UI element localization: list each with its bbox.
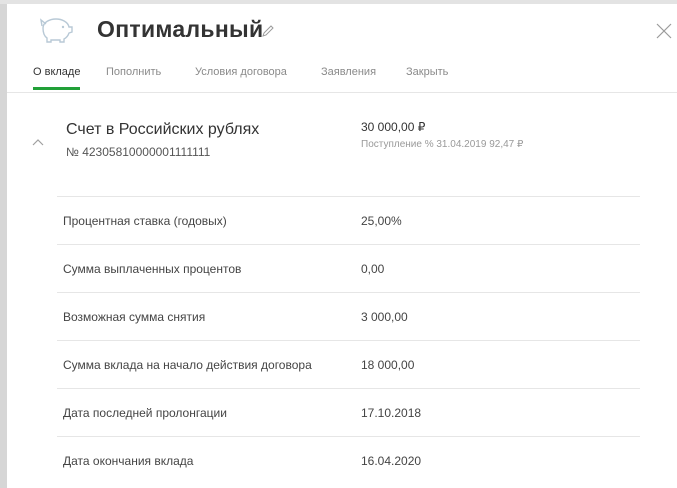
close-icon[interactable] <box>655 22 673 40</box>
detail-value: 0,00 <box>361 262 385 276</box>
detail-value: 16.04.2020 <box>361 454 422 468</box>
page-title: Оптимальный <box>97 16 264 42</box>
active-tab-indicator <box>33 87 80 90</box>
tab-bar: О вкладе Пополнить Условия договора Заяв… <box>7 60 677 93</box>
tab-top-up[interactable]: Пополнить <box>106 66 161 78</box>
pencil-icon[interactable] <box>261 24 275 38</box>
panel-left-border <box>0 0 7 488</box>
tab-contract-terms[interactable]: Условия договора <box>195 66 287 78</box>
piggy-bank-icon <box>40 18 73 43</box>
detail-value: 25,00% <box>361 214 402 228</box>
tab-about-deposit[interactable]: О вкладе <box>33 66 80 78</box>
detail-value: 18 000,00 <box>361 358 415 372</box>
detail-row: Сумма выплаченных процентов 0,00 <box>57 244 640 292</box>
chevron-up-icon[interactable] <box>31 137 45 147</box>
detail-label: Возможная сумма снятия <box>63 310 206 324</box>
detail-row: Сумма вклада на начало действия договора… <box>57 340 640 388</box>
account-balance: 30 000,00 ₽ <box>361 120 426 134</box>
detail-row: Процентная ставка (годовых) 25,00% <box>57 196 640 244</box>
tab-close-deposit[interactable]: Закрыть <box>406 66 448 78</box>
detail-label: Процентная ставка (годовых) <box>63 214 227 228</box>
deposit-details: Процентная ставка (годовых) 25,00% Сумма… <box>57 196 640 484</box>
account-name: Счет в Российских рублях <box>66 121 260 138</box>
panel-header: Оптимальный <box>7 4 677 60</box>
detail-label: Сумма вклада на начало действия договора <box>63 358 312 372</box>
deposit-panel: Оптимальный О вкладе Пополнить Условия д… <box>0 0 677 488</box>
detail-value: 3 000,00 <box>361 310 408 324</box>
detail-label: Дата последней пролонгации <box>63 406 227 420</box>
detail-row: Дата окончания вклада 16.04.2020 <box>57 436 640 484</box>
detail-label: Дата окончания вклада <box>63 454 194 468</box>
detail-label: Сумма выплаченных процентов <box>63 262 242 276</box>
account-number: № 42305810000001111111 <box>66 145 211 159</box>
detail-row: Возможная сумма снятия 3 000,00 <box>57 292 640 340</box>
detail-value: 17.10.2018 <box>361 406 422 420</box>
tab-applications[interactable]: Заявления <box>321 66 376 78</box>
detail-row: Дата последней пролонгации 17.10.2018 <box>57 388 640 436</box>
account-summary: Счет в Российских рублях № 4230581000000… <box>7 100 677 188</box>
interest-accrual-note: Поступление % 31.04.2019 92,47 ₽ <box>361 139 524 150</box>
